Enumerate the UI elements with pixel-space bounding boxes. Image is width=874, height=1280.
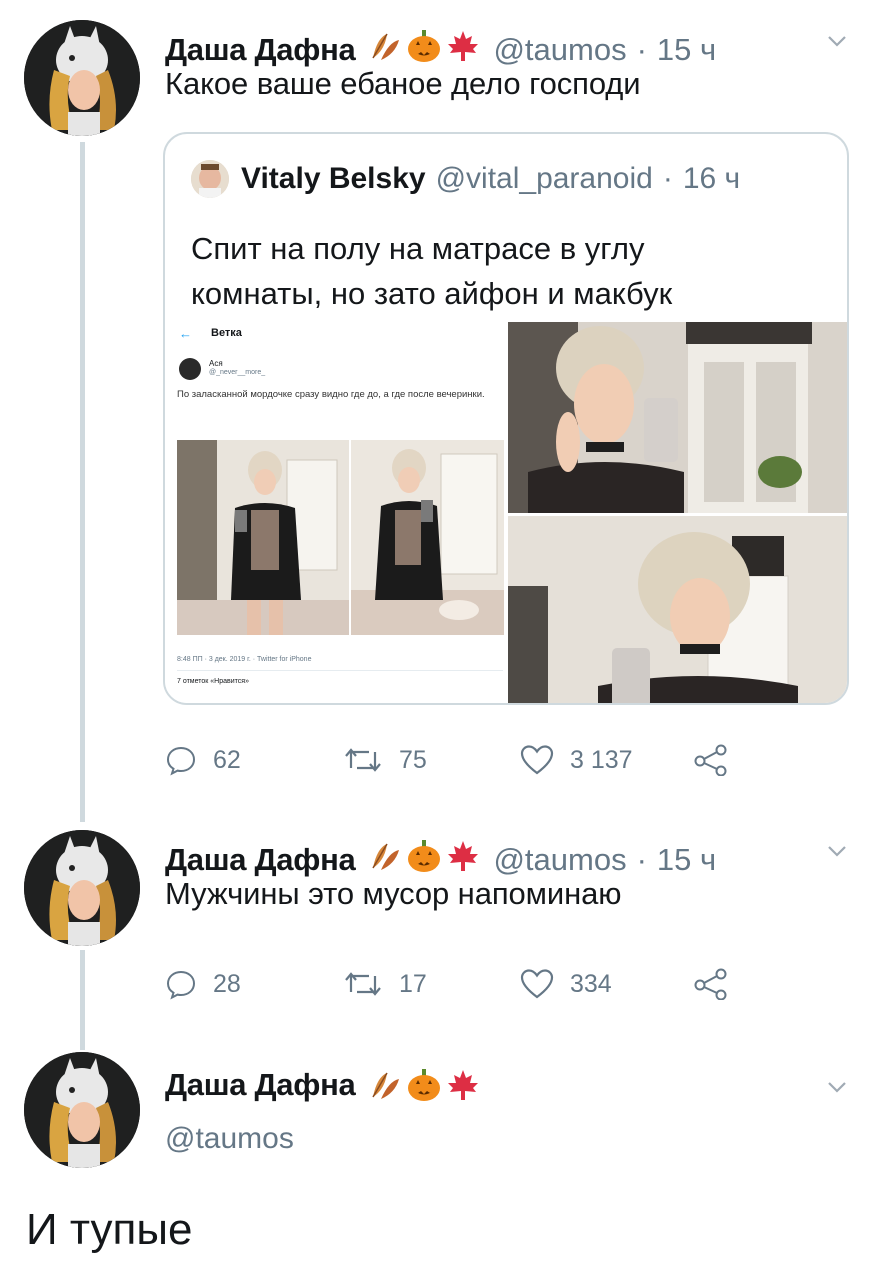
retweet-count: 75: [399, 745, 427, 774]
quoted-media-grid: ← Ветка Ася @_never__more_ По заласканно…: [165, 322, 847, 703]
reply-count: 62: [213, 745, 241, 774]
screenshot-photo: [351, 440, 504, 635]
quoted-tweet-header: Vitaly Belsky @vital_paranoid · 16 ч: [191, 160, 740, 198]
tweet-text: И тупые: [26, 1205, 193, 1254]
share-button[interactable]: [693, 744, 745, 776]
reply-icon: [166, 970, 196, 1000]
author-handle[interactable]: @taumos: [493, 32, 626, 68]
pumpkin-emoji: [408, 1069, 441, 1101]
quoted-text-line: Спит на полу на матрасе в углу: [191, 231, 645, 266]
reply-button[interactable]: 62: [165, 744, 241, 776]
tweet-header: Даша Дафна: [165, 1067, 493, 1103]
reply-icon: [166, 746, 196, 776]
chevron-down-icon[interactable]: [826, 30, 848, 52]
author-handle[interactable]: @taumos: [165, 1122, 294, 1156]
maple-leaf-emoji: [448, 31, 479, 61]
tweet-time[interactable]: 15 ч: [657, 842, 716, 878]
maple-leaf-emoji: [448, 841, 479, 871]
retweet-count: 17: [399, 969, 427, 998]
share-button[interactable]: [693, 968, 745, 1000]
reply-button[interactable]: 28: [165, 968, 241, 1000]
separator-dot: ·: [636, 842, 647, 877]
screenshot-stats: 7 отметок «Нравится»: [177, 678, 249, 685]
author-name[interactable]: Даша Дафна: [165, 842, 356, 878]
author-name[interactable]: Даша Дафна: [165, 32, 356, 68]
tweet-actions: 62 75 3 137: [165, 744, 765, 784]
retweet-icon: [345, 972, 381, 996]
tweet-text: Какое ваше ебаное дело господи: [165, 66, 641, 101]
quoted-author-name: Vitaly Belsky: [241, 162, 426, 195]
screenshot-photo: [177, 440, 349, 635]
separator-dot: ·: [636, 32, 647, 67]
retweet-icon: [345, 748, 381, 772]
avatar[interactable]: [24, 1052, 140, 1168]
author-handle[interactable]: @taumos: [493, 842, 626, 878]
tweet-header: Даша Дафна @taumos · 15 ч: [165, 24, 716, 68]
name-emojis: [367, 28, 481, 64]
screenshot-text: По заласканной мордочке сразу видно где …: [177, 389, 485, 400]
like-button[interactable]: 3 137: [520, 744, 633, 776]
avatar[interactable]: [24, 830, 140, 946]
screenshot-meta: 8:48 ПП · 3 дек. 2019 г. · Twitter for i…: [177, 656, 312, 663]
like-count: 3 137: [570, 745, 633, 774]
retweet-button[interactable]: 75: [343, 744, 427, 776]
like-count: 334: [570, 969, 612, 998]
screenshot-handle: @_never__more_: [209, 369, 266, 376]
media-photo[interactable]: [508, 322, 847, 513]
quoted-time: 16 ч: [682, 162, 741, 195]
chevron-down-icon[interactable]: [826, 840, 848, 862]
share-icon: [694, 968, 727, 1000]
pumpkin-emoji: [408, 30, 441, 62]
leaves-emoji: [372, 1072, 400, 1099]
pumpkin-emoji: [408, 840, 441, 872]
quoted-tweet-text: Спит на полу на матрасе в углу комнаты, …: [191, 226, 672, 316]
quoted-avatar: [191, 160, 229, 198]
like-icon: [520, 969, 554, 999]
screenshot-author: Ася: [209, 359, 223, 368]
quoted-text-line: комнаты, но зато айфон и макбук: [191, 276, 673, 311]
screenshot-title: Ветка: [211, 327, 242, 339]
back-arrow-icon: ←: [179, 326, 192, 341]
quoted-author-handle: @vital_paranoid: [435, 162, 653, 195]
media-photo[interactable]: [508, 516, 847, 703]
thread-line: [80, 142, 85, 822]
thread-line: [80, 950, 85, 1050]
reply-count: 28: [213, 969, 241, 998]
media-screenshot[interactable]: ← Ветка Ася @_never__more_ По заласканно…: [165, 322, 506, 703]
tweet-actions: 28 17 334: [165, 968, 765, 1008]
quoted-tweet[interactable]: Vitaly Belsky @vital_paranoid · 16 ч Спи…: [163, 132, 849, 705]
name-emojis: [367, 1067, 481, 1103]
tweet-text: Мужчины это мусор напоминаю: [165, 876, 622, 911]
like-icon: [520, 745, 554, 775]
tweet-header: Даша Дафна @taumos · 15 ч: [165, 834, 716, 878]
name-emojis: [367, 838, 481, 874]
avatar[interactable]: [24, 20, 140, 136]
author-name[interactable]: Даша Дафна: [165, 1067, 356, 1103]
leaves-emoji: [372, 843, 400, 870]
retweet-button[interactable]: 17: [343, 968, 427, 1000]
leaves-emoji: [372, 33, 400, 60]
screenshot-avatar: [179, 358, 201, 380]
tweet-time[interactable]: 15 ч: [657, 32, 716, 68]
maple-leaf-emoji: [448, 1070, 479, 1100]
like-button[interactable]: 334: [520, 968, 612, 1000]
chevron-down-icon[interactable]: [826, 1076, 848, 1098]
divider: [177, 670, 503, 671]
separator-dot: ·: [662, 162, 673, 195]
share-icon: [694, 744, 727, 776]
